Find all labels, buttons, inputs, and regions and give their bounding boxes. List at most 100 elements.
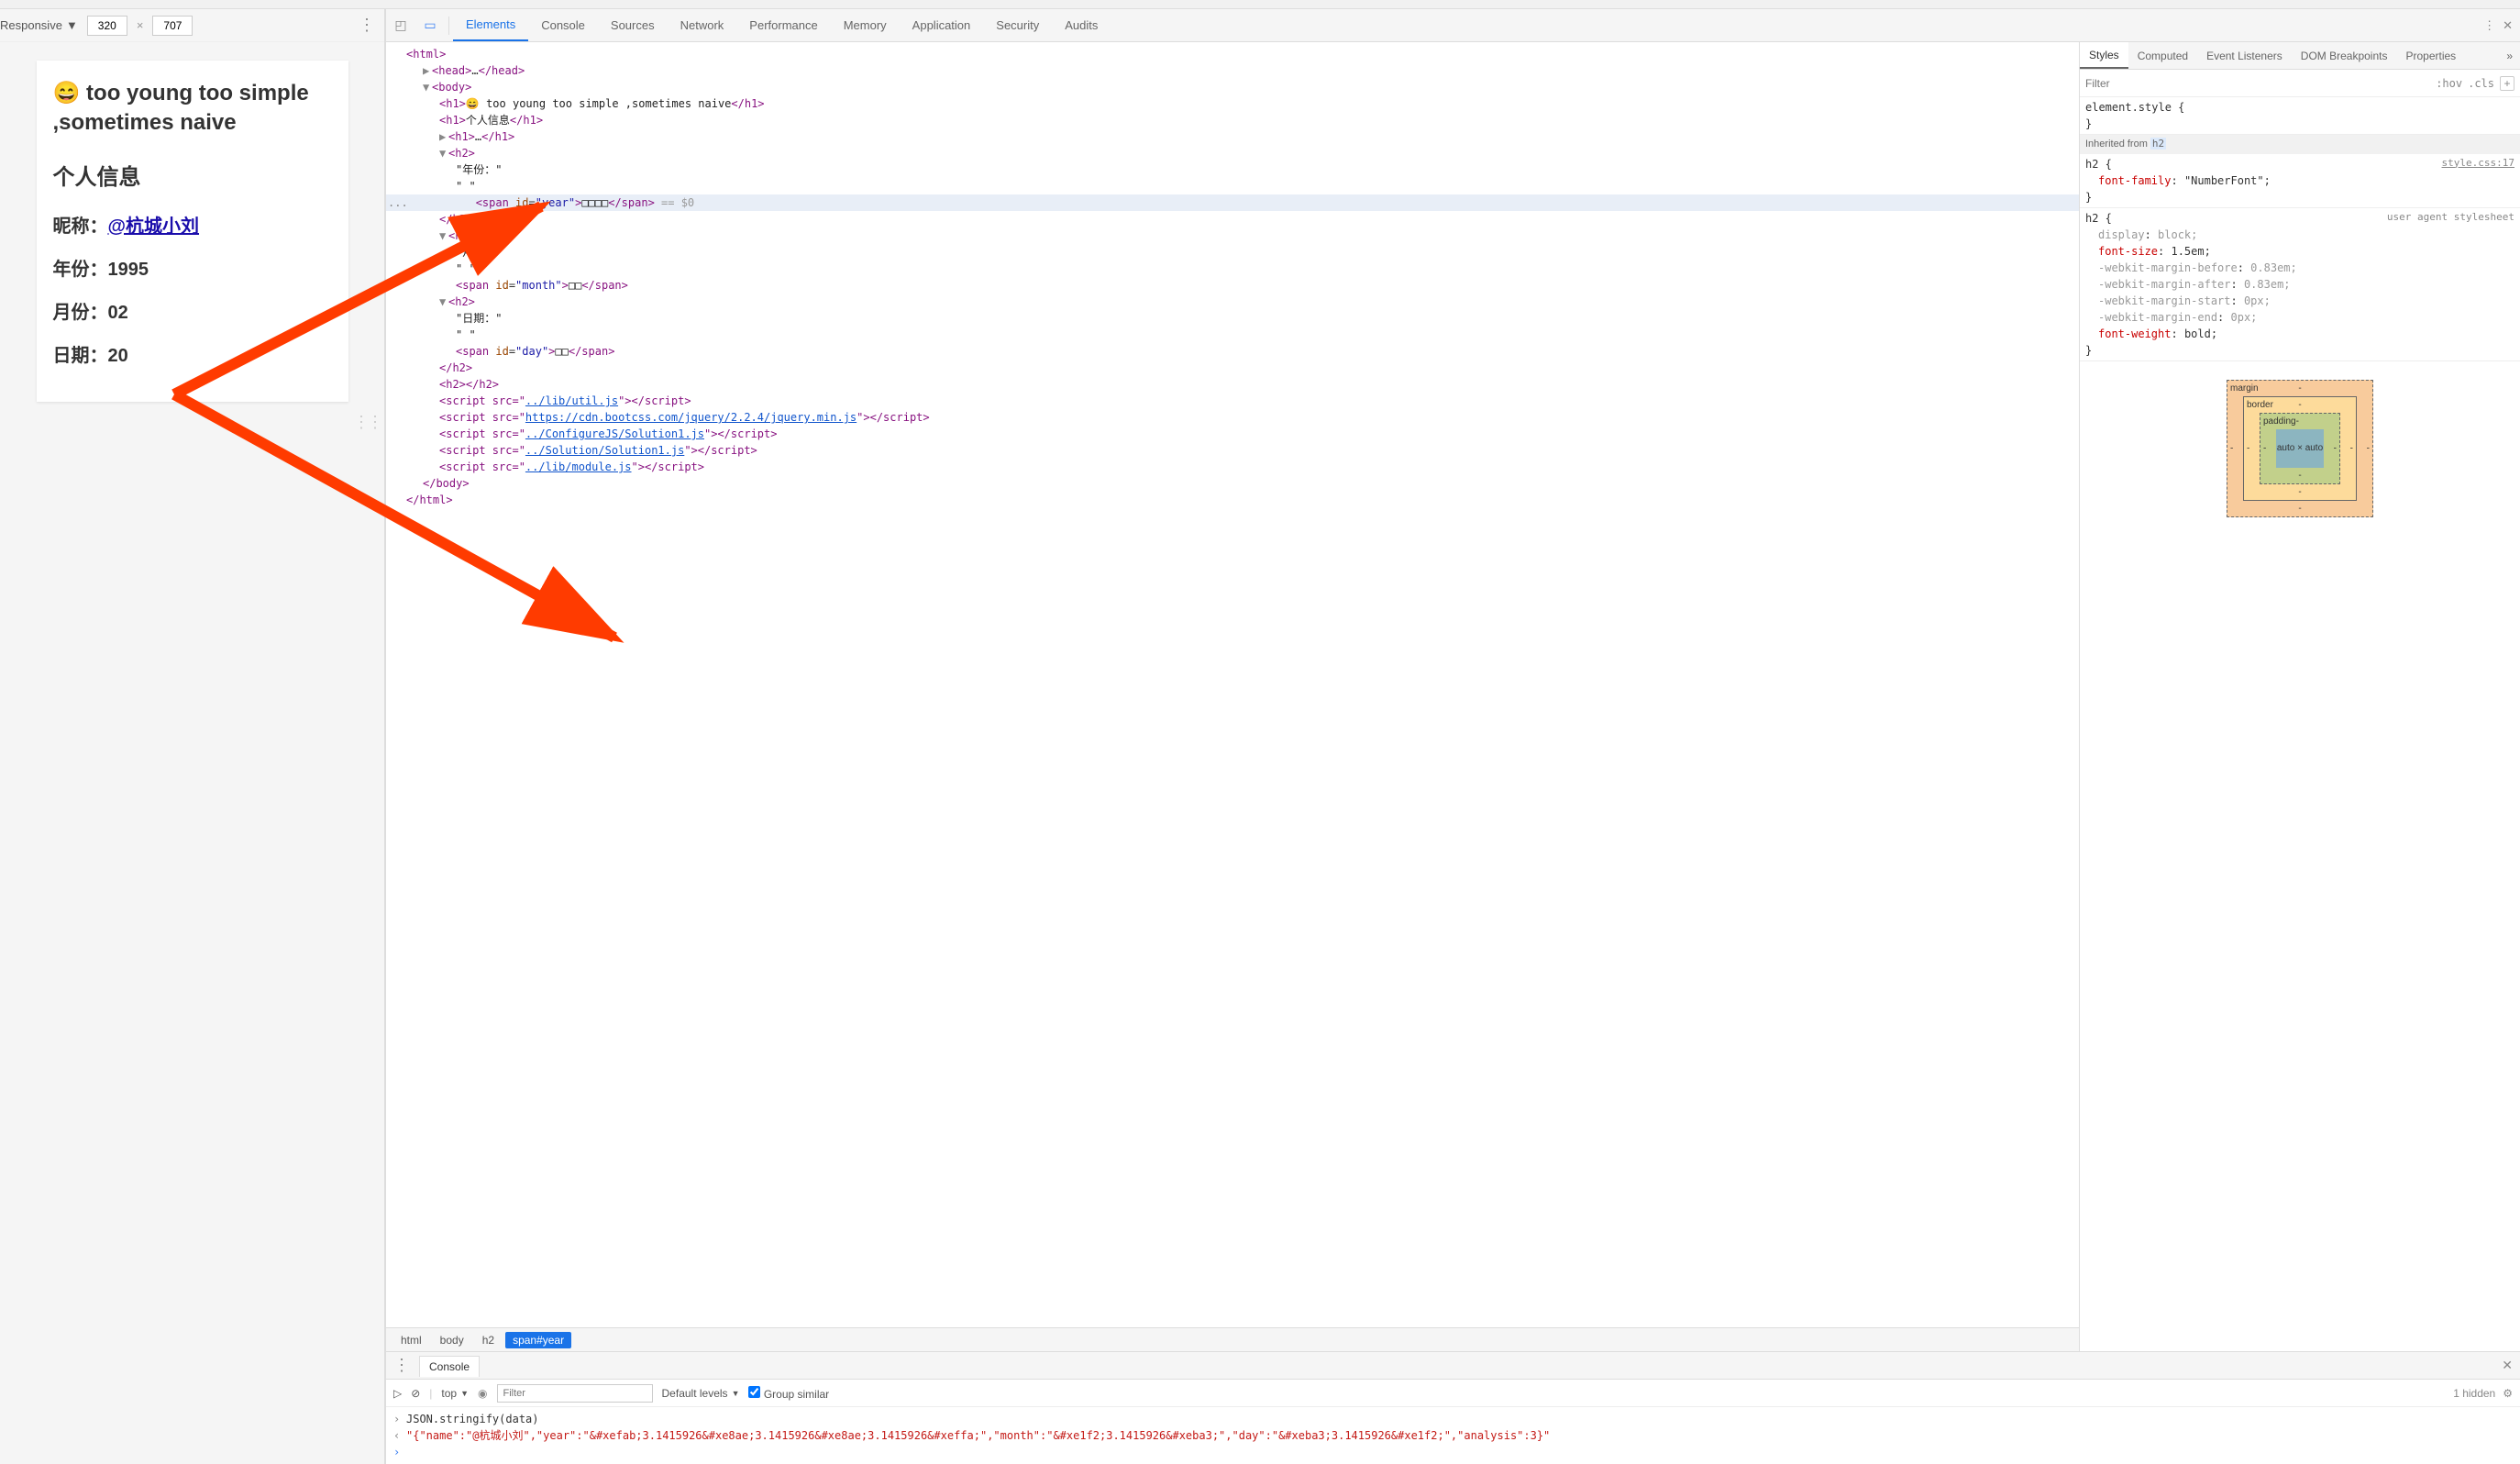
tab-elements[interactable]: Elements bbox=[453, 9, 528, 41]
add-rule-icon[interactable]: + bbox=[2500, 76, 2514, 91]
browser-toolbar bbox=[0, 0, 2520, 9]
cls-toggle[interactable]: .cls bbox=[2468, 77, 2494, 90]
emoji-icon: 😄 bbox=[53, 81, 81, 105]
dom-node[interactable]: ▼<h2> bbox=[386, 145, 2079, 161]
dom-node[interactable]: ▼<h2> bbox=[386, 227, 2079, 244]
styles-tab-styles[interactable]: Styles bbox=[2080, 42, 2128, 69]
tab-audits[interactable]: Audits bbox=[1052, 9, 1111, 41]
dom-tree[interactable]: <html> ▶<head>…</head> ▼<body> <h1>😄 too… bbox=[386, 42, 2079, 1327]
dom-text[interactable]: " " bbox=[386, 178, 2079, 194]
styles-tab-dom-bp[interactable]: DOM Breakpoints bbox=[2292, 42, 2397, 69]
tab-application[interactable]: Application bbox=[900, 9, 984, 41]
nickname-link[interactable]: @杭城小刘 bbox=[108, 216, 200, 237]
device-viewport: 😄 too young too simple ,sometimes naive … bbox=[0, 42, 384, 1464]
dom-node[interactable]: <script src="../lib/module.js"></script> bbox=[386, 459, 2079, 475]
breadcrumb-item[interactable]: html bbox=[393, 1332, 429, 1348]
dom-node[interactable]: <script src="../ConfigureJS/Solution1.js… bbox=[386, 426, 2079, 442]
hov-toggle[interactable]: :hov bbox=[2436, 77, 2462, 90]
dom-node[interactable]: ▶<h1>…</h1> bbox=[386, 128, 2079, 145]
tab-sources[interactable]: Sources bbox=[598, 9, 668, 41]
close-icon[interactable]: ✕ bbox=[2502, 1358, 2513, 1373]
tab-console[interactable]: Console bbox=[528, 9, 598, 41]
kebab-icon[interactable]: ⋮ bbox=[359, 16, 375, 35]
source-link[interactable]: style.css:17 bbox=[2442, 156, 2514, 172]
dom-node[interactable]: <span id="day">□□</span> bbox=[386, 343, 2079, 360]
dom-text[interactable]: "月份：" bbox=[386, 244, 2079, 261]
main-split: Responsive ▼ × ⋮ 😄 too young too simple … bbox=[0, 9, 2520, 1464]
dom-node-selected[interactable]: <span id="year">□□□□</span> == $0 bbox=[386, 194, 2079, 211]
tab-security[interactable]: Security bbox=[983, 9, 1052, 41]
dom-breadcrumb: html body h2 span#year bbox=[386, 1327, 2079, 1351]
console-tab[interactable]: Console bbox=[419, 1356, 480, 1377]
console-prompt[interactable]: › bbox=[393, 1444, 2513, 1460]
console-command: ›JSON.stringify(data) bbox=[393, 1411, 2513, 1427]
device-toolbar: Responsive ▼ × ⋮ bbox=[0, 9, 384, 42]
source-text: user agent stylesheet bbox=[2387, 210, 2514, 226]
tab-network[interactable]: Network bbox=[668, 9, 737, 41]
chevron-down-icon: ▼ bbox=[460, 1389, 469, 1398]
more-icon[interactable]: » bbox=[2499, 50, 2520, 62]
play-icon[interactable]: ▷ bbox=[393, 1387, 402, 1400]
dimension-x: × bbox=[137, 18, 144, 32]
month-line: 月份：02 bbox=[53, 297, 332, 324]
dom-node[interactable]: <script src="../Solution/Solution1.js"><… bbox=[386, 442, 2079, 459]
breadcrumb-item[interactable]: body bbox=[433, 1332, 471, 1348]
styles-tab-properties[interactable]: Properties bbox=[2396, 42, 2465, 69]
tab-memory[interactable]: Memory bbox=[831, 9, 900, 41]
console-result: ‹"{"name":"@杭城小刘","year":"&#xefab;3.1415… bbox=[393, 1427, 2513, 1444]
gear-icon[interactable]: ⚙ bbox=[2503, 1387, 2513, 1400]
dom-node[interactable]: <script src="https://cdn.bootcss.com/jqu… bbox=[386, 409, 2079, 426]
rule-h2-ua[interactable]: user agent stylesheet h2 { display: bloc… bbox=[2080, 208, 2520, 361]
inspect-icon[interactable]: ◰ bbox=[386, 17, 415, 33]
hidden-count[interactable]: 1 hidden bbox=[2453, 1387, 2495, 1400]
info-title: 个人信息 bbox=[53, 159, 332, 191]
dom-text[interactable]: " " bbox=[386, 327, 2079, 343]
styles-filter-row: :hov .cls + bbox=[2080, 70, 2520, 97]
dom-node[interactable]: <html> bbox=[386, 46, 2079, 62]
dom-node[interactable]: </html> bbox=[386, 492, 2079, 508]
divider bbox=[448, 17, 449, 35]
styles-tab-listeners[interactable]: Event Listeners bbox=[2197, 42, 2292, 69]
styles-filter-input[interactable] bbox=[2085, 77, 2436, 90]
page-heading: 😄 too young too simple ,sometimes naive bbox=[53, 79, 332, 139]
kebab-icon[interactable]: ⋮ bbox=[393, 1356, 410, 1375]
dom-node[interactable]: <h1>个人信息</h1> bbox=[386, 112, 2079, 128]
clear-icon[interactable]: ⊘ bbox=[411, 1387, 420, 1400]
dom-node[interactable]: </h2> bbox=[386, 360, 2079, 376]
log-levels-select[interactable]: Default levels ▼ bbox=[662, 1387, 740, 1400]
dom-node[interactable]: </h2> bbox=[386, 211, 2079, 227]
rule-h2-author[interactable]: style.css:17 h2 { font-family: "NumberFo… bbox=[2080, 154, 2520, 208]
dom-node[interactable]: </body> bbox=[386, 475, 2079, 492]
group-similar-checkbox[interactable]: Group similar bbox=[748, 1386, 829, 1401]
year-line: 年份：1995 bbox=[53, 254, 332, 281]
elements-styles-row: <html> ▶<head>…</head> ▼<body> <h1>😄 too… bbox=[386, 42, 2520, 1351]
dom-node[interactable]: <h2></h2> bbox=[386, 376, 2079, 393]
breadcrumb-item-selected[interactable]: span#year bbox=[505, 1332, 571, 1348]
dom-node[interactable]: ▶<head>…</head> bbox=[386, 62, 2079, 79]
breadcrumb-item[interactable]: h2 bbox=[475, 1332, 502, 1348]
tab-performance[interactable]: Performance bbox=[736, 9, 830, 41]
dom-text[interactable]: "日期：" bbox=[386, 310, 2079, 327]
device-width-input[interactable] bbox=[87, 16, 127, 36]
dom-text[interactable]: " " bbox=[386, 261, 2079, 277]
device-toggle-icon[interactable]: ▭ bbox=[415, 17, 445, 33]
dom-node[interactable]: <script src="../lib/util.js"></script> bbox=[386, 393, 2079, 409]
console-filter-input[interactable] bbox=[497, 1384, 653, 1403]
resize-handle-icon[interactable]: ⋮⋮ bbox=[353, 413, 381, 432]
close-icon[interactable]: ✕ bbox=[2503, 18, 2513, 33]
device-height-input[interactable] bbox=[152, 16, 193, 36]
eye-icon[interactable]: ◉ bbox=[478, 1387, 487, 1400]
dom-node[interactable]: <h1>😄 too young too simple ,sometimes na… bbox=[386, 95, 2079, 112]
dom-node[interactable]: ▼<body> bbox=[386, 79, 2079, 95]
nickname-line: 昵称：@杭城小刘 bbox=[53, 211, 332, 238]
console-output[interactable]: ›JSON.stringify(data) ‹"{"name":"@杭城小刘",… bbox=[386, 1407, 2520, 1464]
box-model: margin---- border---- padding---- auto ×… bbox=[2080, 361, 2520, 536]
rule-element-style[interactable]: element.style { } bbox=[2080, 97, 2520, 135]
context-select[interactable]: top ▼ bbox=[441, 1387, 469, 1400]
device-mode-select[interactable]: Responsive ▼ bbox=[0, 18, 78, 32]
styles-tab-computed[interactable]: Computed bbox=[2128, 42, 2197, 69]
dom-text[interactable]: "年份：" bbox=[386, 161, 2079, 178]
dom-node[interactable]: ▼<h2> bbox=[386, 294, 2079, 310]
kebab-icon[interactable]: ⋮ bbox=[2483, 18, 2495, 33]
dom-node[interactable]: <span id="month">□□</span> bbox=[386, 277, 2079, 294]
